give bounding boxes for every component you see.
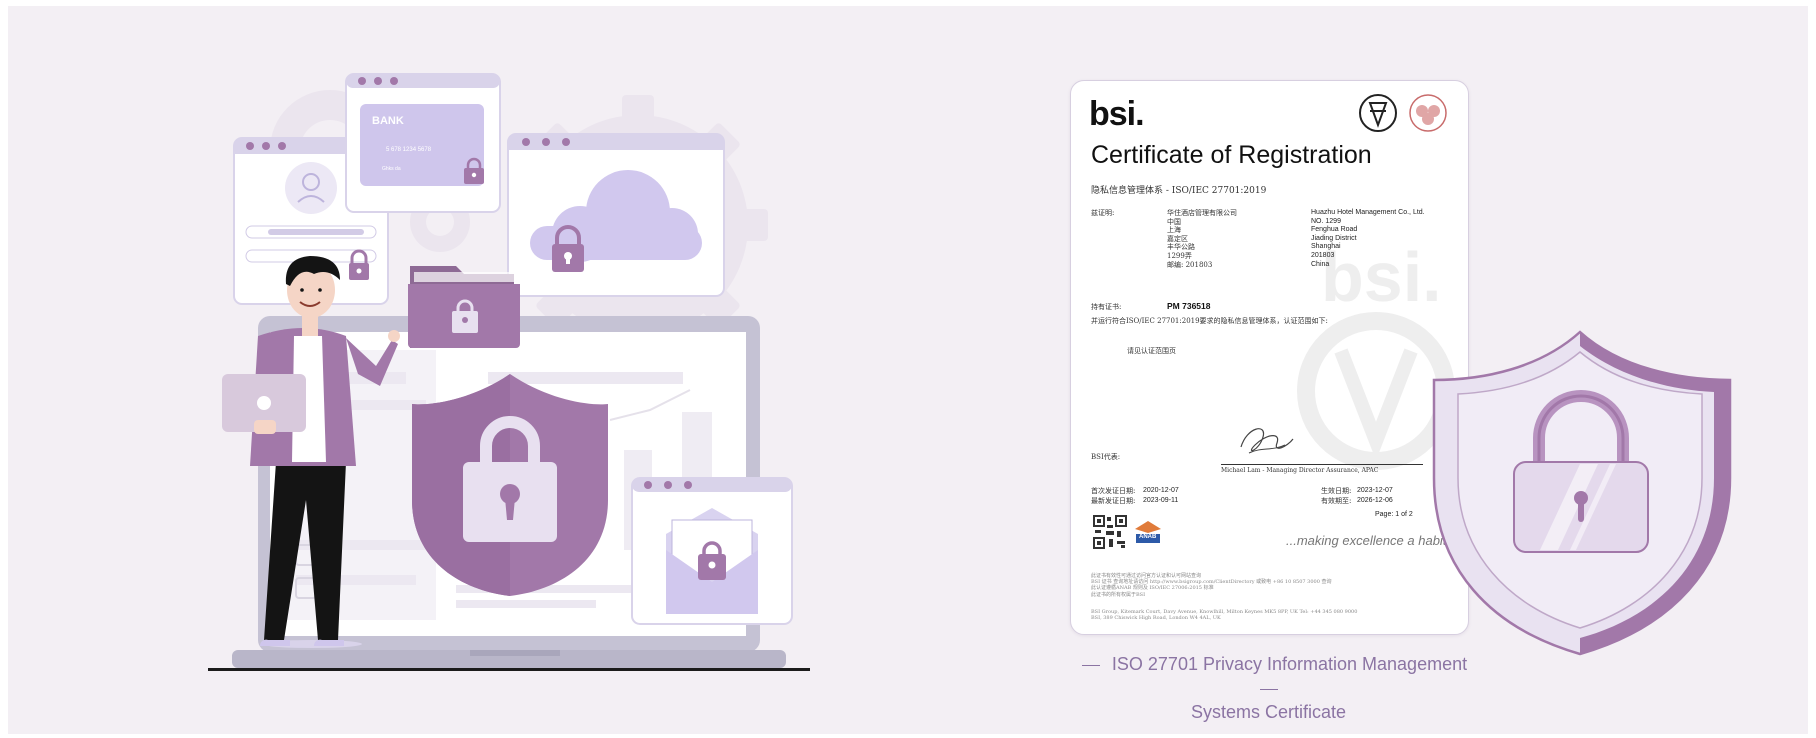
shield-lock-icon [1432, 330, 1732, 656]
certificate-number: PM 736518 [1167, 301, 1211, 311]
scope-reference: 请见认证范围页 [1127, 347, 1176, 355]
cloud-window [507, 133, 725, 297]
accreditation-badge: ANAB [1133, 519, 1163, 547]
signature-image [1240, 428, 1294, 454]
card-expiry: Ghks da [382, 166, 401, 172]
caption-line-2: Systems Certificate [1190, 702, 1347, 722]
accreditation-label: ANAB [1139, 534, 1157, 540]
kitemark-icon [1359, 94, 1447, 132]
certificate-scheme: 隐私信息管理体系 - ISO/IEC 27701:2019 [1091, 186, 1267, 196]
fine-print-address: BSI Group, Kitemark Court, Davy Avenue, … [1091, 609, 1358, 622]
latest-issued-label: 最新发证日期: [1091, 497, 1136, 505]
card-brand: BANK [372, 115, 404, 127]
holder-label: 持有证书: [1091, 303, 1122, 311]
signatory: Michael Lam - Managing Director Assuranc… [1221, 467, 1379, 474]
expiry-label: 有效期至: [1321, 497, 1352, 505]
bsi-logo-text: bsi. [1089, 95, 1145, 133]
first-issued-date: 2020-12-07 [1143, 487, 1179, 494]
client-address-en: Huazhu Hotel Management Co., Ltd. NO. 12… [1311, 209, 1425, 268]
security-illustration: BANK 5 678 1234 5678 Ghks da [208, 73, 810, 671]
latest-issued-date: 2023-09-11 [1143, 497, 1179, 504]
qr-code-icon [1093, 515, 1127, 549]
bsi-logo: bsi. [1089, 95, 1145, 134]
certifies-label: 兹证明: [1091, 209, 1115, 217]
client-address-cn: 华住酒店管理有限公司 中国 上海 嘉定区 丰华公路 1299弄 邮编: 2018… [1167, 209, 1237, 269]
effective-label: 生效日期: [1321, 487, 1352, 495]
folder-icon [408, 266, 520, 348]
expiry-date: 2026-12-06 [1357, 497, 1393, 504]
page-number: Page: 1 of 2 [1375, 511, 1413, 518]
mail-window [631, 477, 793, 625]
caption-dash-left [1081, 664, 1100, 666]
shield-icon [412, 374, 608, 596]
certificate-statement: 并运行符合ISO/IEC 27701:2019要求的隐私信息管理体系，认证范围如… [1091, 317, 1328, 325]
effective-date: 2023-12-07 [1357, 487, 1393, 494]
card-number: 5 678 1234 5678 [386, 147, 432, 153]
caption-dash-right [1259, 688, 1278, 690]
certificate: bsi. bsi. Certificate of Registration 隐私… [1070, 80, 1469, 635]
bsi-representative-label: BSI代表: [1091, 453, 1121, 461]
first-issued-label: 首次发证日期: [1091, 487, 1136, 495]
signature-line [1221, 464, 1423, 465]
certificate-caption: ISO 27701 Privacy Information Management… [1050, 652, 1487, 724]
certificate-title: Certificate of Registration [1091, 141, 1372, 169]
caption-line-1: ISO 27701 Privacy Information Management [1111, 654, 1468, 674]
fine-print-verification: 此证书有效性可通过访问官方认证和认可网站查询 BSI 证书 查询地址请访问 ht… [1091, 573, 1332, 598]
anab-icon [1135, 521, 1161, 543]
bank-card-window: BANK 5 678 1234 5678 Ghks da [345, 73, 501, 213]
